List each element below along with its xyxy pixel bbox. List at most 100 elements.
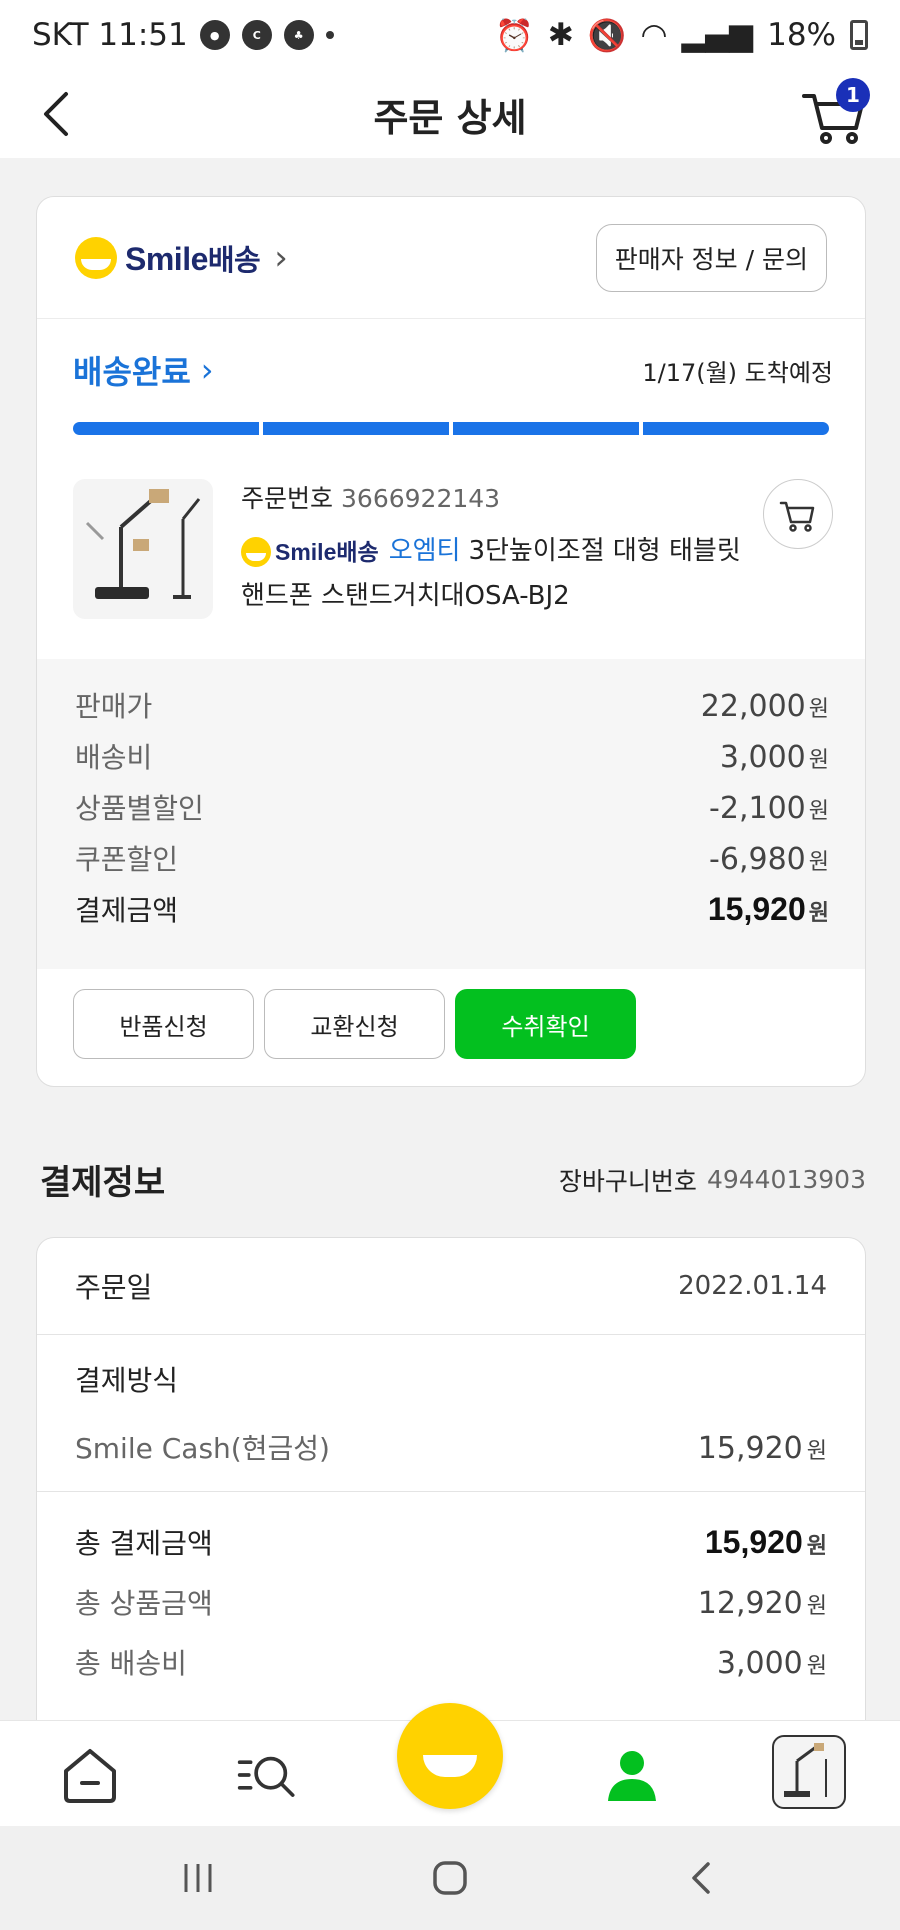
total-value: 15,920 원 (708, 891, 829, 928)
app-notification-icon: ♣ (283, 20, 314, 50)
chevron-right-icon: › (274, 237, 288, 278)
currency-unit: 원 (806, 1533, 827, 1558)
currency-unit: 원 (808, 748, 829, 773)
recent-item-thumbnail (784, 1743, 827, 1797)
product-brand-ko: 배송 (336, 538, 379, 565)
delivery-status-link[interactable]: 배송완료 (73, 347, 191, 393)
order-number-label: 주문번호 (241, 484, 334, 513)
currency-unit: 원 (808, 850, 829, 875)
home-icon (64, 1749, 116, 1803)
price-label: 쿠폰할인 (75, 843, 179, 876)
status-bar: SKT 11:51 ● C ♣ ⏰ ✱ 🔇 ◠ ▂▄▆ 18% (0, 0, 900, 70)
price-value: 22,000 원 (701, 689, 829, 724)
price-row: 배송비 3,000 원 (75, 736, 829, 787)
amount: 3,000 (716, 1646, 803, 1681)
amount: -2,100 (709, 791, 806, 826)
smile-home-button[interactable] (397, 1703, 503, 1809)
section-title: 결제정보 (40, 1163, 166, 1203)
notification-icon: ● (199, 20, 230, 50)
product-thumbnail[interactable] (73, 479, 213, 619)
amount: 15,920 (697, 1431, 803, 1466)
cart-number-label: 장바구니번호 (558, 1166, 697, 1196)
add-to-cart-button[interactable] (763, 479, 833, 549)
return-request-button[interactable]: 반품신청 (73, 989, 254, 1059)
payment-method-amount: 15,920 원 (698, 1431, 827, 1466)
confirm-receipt-button[interactable]: 수취확인 (455, 989, 636, 1059)
currency-unit: 원 (808, 900, 829, 925)
app-header: 주문 상세 1 (0, 70, 900, 158)
total-shipping-row: 총 배송비 3,000 원 (75, 1642, 827, 1702)
total-goods-value: 12,920 원 (698, 1586, 827, 1621)
alarm-icon: ⏰ (495, 17, 534, 54)
payment-method-name: Smile Cash(현금성) (75, 1432, 330, 1465)
home-icon (433, 1861, 467, 1895)
nav-my-page-button[interactable] (600, 1743, 664, 1807)
seller-info-button[interactable]: 판매자 정보 / 문의 (595, 223, 827, 292)
total-payment-label: 총 결제금액 (75, 1527, 213, 1560)
system-home-button[interactable] (425, 1856, 475, 1900)
carrier-time: SKT 11:51 (32, 17, 188, 53)
price-value: -6,980 원 (709, 842, 829, 877)
stand-image-icon (85, 489, 201, 599)
back-button[interactable] (30, 84, 90, 144)
recent-item-button[interactable] (772, 1735, 846, 1809)
price-row: 상품별할인 -2,100 원 (75, 787, 829, 838)
product-name-link[interactable]: Smile배송 오엠티 3단높이조절 대형 태블릿 핸드폰 스탠드거치대OSA-BJ… (241, 529, 741, 618)
signal-icon: ▂▄▆ (681, 17, 754, 53)
page-title: 주문 상세 (373, 95, 527, 140)
price-label: 판매가 (75, 690, 153, 723)
order-date-label: 주문일 (75, 1271, 153, 1304)
currency-unit: 원 (806, 1439, 827, 1464)
back-icon (692, 1862, 710, 1894)
chevron-right-icon: › (200, 351, 214, 389)
category-search-icon (237, 1756, 295, 1797)
currency-unit: 원 (808, 697, 829, 722)
cart-number-value: 4944013903 (706, 1165, 866, 1194)
product-seller: 오엠티 (388, 536, 461, 566)
payment-section-header: 결제정보 장바구니번호 4944013903 (40, 1155, 866, 1204)
bottom-navigation (0, 1703, 900, 1826)
price-breakdown: 판매가 22,000 원 배송비 3,000 원 상품별할인 -2,100 원 쿠폰할… (37, 659, 865, 969)
amount: 22,000 (700, 689, 806, 724)
exchange-request-button[interactable]: 교환신청 (264, 989, 445, 1059)
price-value: 3,000 원 (720, 740, 829, 775)
total-shipping-value: 3,000 원 (717, 1646, 827, 1681)
system-back-button[interactable] (677, 1856, 727, 1900)
smile-brand: Smile (125, 240, 208, 277)
order-number-value: 3666922143 (341, 484, 501, 513)
price-label: 상품별할인 (75, 792, 204, 825)
payment-method-block: 결제방식 Smile Cash(현금성) 15,920 원 (37, 1335, 865, 1492)
nav-category-search-button[interactable] (236, 1743, 300, 1807)
system-navigation-bar (0, 1826, 900, 1930)
nav-home-button[interactable] (58, 1743, 122, 1807)
payment-card: 주문일 2022.01.14 결제방식 Smile Cash(현금성) 15,9… (36, 1237, 866, 1757)
order-card: Smile배송 › 판매자 정보 / 문의 배송완료 › 1/17(월) 도착예… (36, 196, 866, 1087)
cart-count-badge: 1 (836, 78, 870, 112)
smile-badge: Smile배송 (241, 530, 379, 574)
currency-unit: 원 (806, 1654, 827, 1679)
currency-unit: 원 (808, 799, 829, 824)
bluetooth-icon: ✱ (547, 17, 574, 53)
delivery-eta: 1/17(월) 도착예정 (642, 358, 833, 387)
recents-button[interactable] (173, 1856, 223, 1900)
amount: -6,980 (709, 842, 806, 877)
battery-icon (850, 20, 868, 50)
chevron-left-icon (44, 92, 68, 136)
c-app-icon: C (241, 20, 272, 50)
currency-unit: 원 (806, 1594, 827, 1619)
my-page-icon (608, 1751, 656, 1801)
product-item: 주문번호 3666922143 Smile배송 오엠티 3단높이조절 대형 태블릿 핸… (73, 479, 833, 629)
battery-level: 18% (767, 17, 836, 53)
order-card-header: Smile배송 › 판매자 정보 / 문의 (37, 197, 865, 319)
amount: 15,920 (707, 891, 806, 927)
total-label: 결제금액 (75, 894, 179, 927)
smile-logo-icon (75, 236, 117, 279)
amount: 12,920 (697, 1586, 803, 1621)
smile-delivery-link[interactable]: Smile배송 › (75, 236, 288, 279)
cart-button[interactable]: 1 (800, 78, 870, 148)
progress-step (73, 422, 259, 435)
amount: 3,000 (719, 740, 806, 775)
smile-logo-icon (241, 536, 271, 567)
total-price-row: 결제금액 15,920 원 (75, 889, 829, 940)
mute-icon: 🔇 (587, 17, 627, 54)
